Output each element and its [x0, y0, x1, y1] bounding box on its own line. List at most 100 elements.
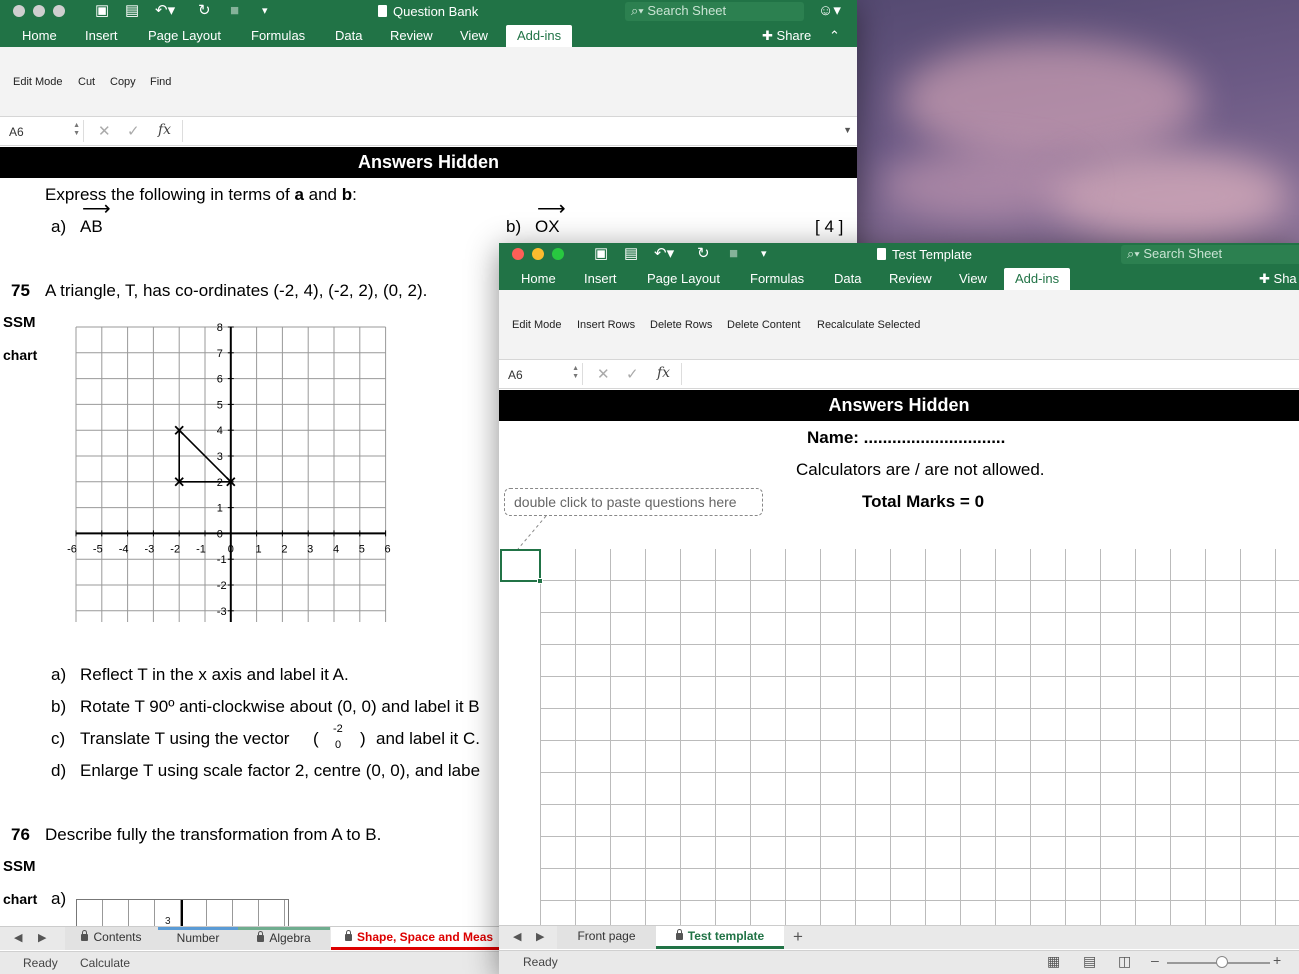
tab-home[interactable]: Home	[521, 270, 556, 288]
previous-sheet-icon[interactable]: ◀	[513, 930, 521, 943]
formula-input[interactable]	[681, 363, 1299, 385]
title-bar: ▣ ▤ ↶▾ ↻ ■ ▾ Question Bank ⌕▾ Search She…	[0, 0, 857, 24]
tab-view[interactable]: View	[460, 27, 488, 45]
normal-view-icon[interactable]: ▦	[1047, 953, 1060, 970]
tab-add-ins[interactable]: Add-ins	[1004, 268, 1071, 290]
sheet-tab-front-page[interactable]: Front page	[557, 926, 656, 949]
tab-add-ins[interactable]: Add-ins	[506, 25, 573, 47]
x-tick-label: -4	[119, 543, 129, 555]
search-icon: ⌕▾	[631, 3, 644, 18]
recalculate-selected-button[interactable]: Recalculate Selected	[817, 319, 920, 331]
copy-button[interactable]: Copy	[110, 76, 136, 88]
zoom-in-icon[interactable]: +	[1273, 952, 1281, 968]
tab-home[interactable]: Home	[22, 27, 57, 45]
worksheet-grid[interactable]	[540, 549, 1299, 925]
minimize-window-button[interactable]	[532, 248, 544, 260]
tab-insert[interactable]: Insert	[584, 270, 617, 288]
name-box[interactable]: A6 ▲ ▼	[499, 363, 583, 385]
find-button[interactable]: Find	[150, 76, 171, 88]
tab-formulas[interactable]: Formulas	[251, 27, 305, 45]
save-icon[interactable]: ▤	[624, 246, 638, 262]
sidebar-toggle-icon[interactable]: ▣	[95, 3, 109, 19]
zoom-slider-thumb[interactable]	[1216, 956, 1228, 968]
minimize-window-button[interactable]	[33, 5, 45, 17]
enter-icon[interactable]: ✓	[127, 122, 140, 140]
tab-data[interactable]: Data	[834, 270, 861, 288]
search-sheet-field[interactable]: ⌕▾ Search Sheet	[625, 2, 804, 21]
formula-input[interactable]	[182, 120, 839, 142]
tab-page-layout[interactable]: Page Layout	[647, 270, 720, 288]
redo-icon[interactable]: ↻	[697, 246, 710, 262]
status-calculate[interactable]: Calculate	[80, 956, 130, 970]
q76-mini-axis	[181, 900, 183, 926]
delete-content-button[interactable]: Delete Content	[727, 319, 800, 331]
close-window-button[interactable]	[13, 5, 25, 17]
tab-review[interactable]: Review	[889, 270, 932, 288]
save-icon[interactable]: ▤	[125, 3, 139, 19]
function-icon[interactable]: fx	[158, 122, 171, 138]
add-sheet-icon[interactable]: +	[793, 927, 803, 947]
cancel-icon[interactable]: ✕	[98, 122, 111, 140]
tab-page-layout[interactable]: Page Layout	[148, 27, 221, 45]
insert-rows-button[interactable]: Insert Rows	[577, 319, 635, 331]
expand-formula-icon[interactable]: ▼	[843, 125, 852, 135]
sheet-tab-label: Contents	[93, 930, 142, 944]
tab-view[interactable]: View	[959, 270, 987, 288]
customize-toolbar-icon[interactable]: ▾	[262, 3, 268, 19]
sheet-tab-algebra[interactable]: Algebra	[238, 927, 330, 950]
sheet-tab-contents[interactable]: Contents	[65, 927, 158, 950]
q75-part-d-text: Enlarge T using scale factor 2, centre (…	[80, 761, 481, 780]
page-break-view-icon[interactable]: ◫	[1118, 953, 1131, 970]
cancel-icon[interactable]: ✕	[597, 365, 610, 383]
answers-hidden-banner: Answers Hidden	[499, 390, 1299, 421]
x-tick-label: 2	[281, 543, 287, 555]
zoom-window-button[interactable]	[53, 5, 65, 17]
cut-button[interactable]: Cut	[78, 76, 95, 88]
page-layout-view-icon[interactable]: ▤	[1083, 953, 1096, 970]
undo-icon[interactable]: ↶▾	[155, 3, 175, 19]
tab-data[interactable]: Data	[335, 27, 362, 45]
edit-mode-button[interactable]: Edit Mode	[512, 319, 562, 331]
collapse-ribbon-icon[interactable]: ⌃	[829, 27, 840, 45]
function-icon[interactable]: fx	[657, 365, 670, 381]
q75-vector-bottom: 0	[335, 739, 342, 751]
undo-icon[interactable]: ↶▾	[654, 246, 674, 262]
close-window-button[interactable]	[512, 248, 524, 260]
tab-review[interactable]: Review	[390, 27, 433, 45]
print-icon[interactable]: ■	[230, 3, 239, 19]
name-box[interactable]: A6 ▲ ▼	[0, 120, 84, 142]
x-tick-label: 4	[333, 543, 339, 555]
smiley-feedback-icon[interactable]: ☺▾	[818, 3, 841, 19]
vector-right-bracket: )	[360, 729, 366, 748]
print-icon[interactable]: ■	[729, 246, 738, 262]
customize-toolbar-icon[interactable]: ▾	[761, 246, 767, 262]
ribbon-tabs: Home Insert Page Layout Formulas Data Re…	[499, 267, 1299, 290]
stepper-icon[interactable]: ▲ ▼	[73, 122, 80, 138]
tab-insert[interactable]: Insert	[85, 27, 118, 45]
delete-rows-button[interactable]: Delete Rows	[650, 319, 712, 331]
previous-sheet-icon[interactable]: ◀	[14, 931, 22, 944]
redo-icon[interactable]: ↻	[198, 3, 211, 19]
sheet-tab-shape-space[interactable]: Shape, Space and Meas	[331, 927, 506, 950]
share-button[interactable]: ✚ Sha	[1259, 270, 1297, 288]
stepper-icon[interactable]: ▲ ▼	[572, 365, 579, 381]
tab-formulas[interactable]: Formulas	[750, 270, 804, 288]
sheet-tab-number[interactable]: Number	[158, 927, 238, 950]
search-sheet-field[interactable]: ⌕▾ Search Sheet	[1121, 245, 1299, 264]
zoom-window-button[interactable]	[552, 248, 564, 260]
q75-vector-top: -2	[333, 723, 343, 735]
sheet-tab-test-template[interactable]: Test template	[656, 926, 784, 949]
next-sheet-icon[interactable]: ▶	[38, 931, 46, 944]
document-icon	[378, 5, 387, 17]
zoom-out-icon[interactable]: –	[1151, 952, 1159, 968]
sidebar-toggle-icon[interactable]: ▣	[594, 246, 608, 262]
q75-number: 75	[11, 281, 30, 300]
enter-icon[interactable]: ✓	[626, 365, 639, 383]
add-person-icon: ✚	[762, 28, 773, 43]
share-button[interactable]: ✚ Share	[762, 27, 811, 45]
next-sheet-icon[interactable]: ▶	[536, 930, 544, 943]
selected-cell-a6[interactable]	[500, 549, 541, 582]
fill-handle[interactable]	[537, 578, 543, 584]
test-template-window: ▣ ▤ ↶▾ ↻ ■ ▾ Test Template ⌕▾ Search She…	[499, 243, 1299, 974]
edit-mode-button[interactable]: Edit Mode	[13, 76, 63, 88]
